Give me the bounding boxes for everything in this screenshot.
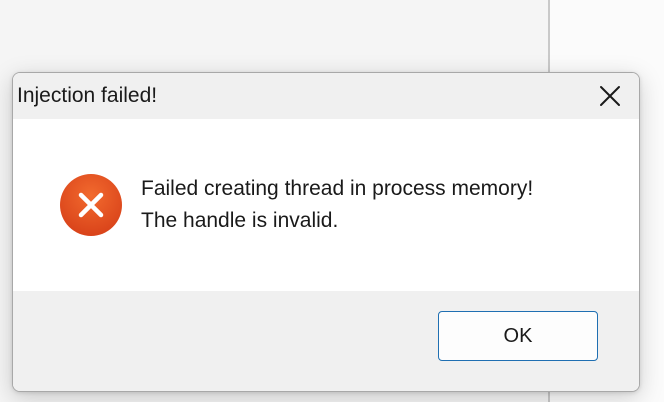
close-icon	[600, 86, 620, 106]
dialog-footer: OK	[13, 291, 639, 391]
error-icon	[60, 174, 122, 236]
error-message: Failed creating thread in process memory…	[141, 173, 533, 237]
dialog-content: Failed creating thread in process memory…	[13, 119, 639, 291]
error-message-line-2: The handle is invalid.	[141, 209, 339, 232]
ok-button[interactable]: OK	[438, 311, 598, 361]
dialog-titlebar: Injection failed!	[13, 73, 639, 119]
error-dialog: Injection failed! Failed creating thread…	[12, 72, 640, 392]
dialog-title: Injection failed!	[17, 84, 158, 107]
close-button[interactable]	[581, 73, 639, 119]
error-message-line-1: Failed creating thread in process memory…	[141, 177, 534, 200]
